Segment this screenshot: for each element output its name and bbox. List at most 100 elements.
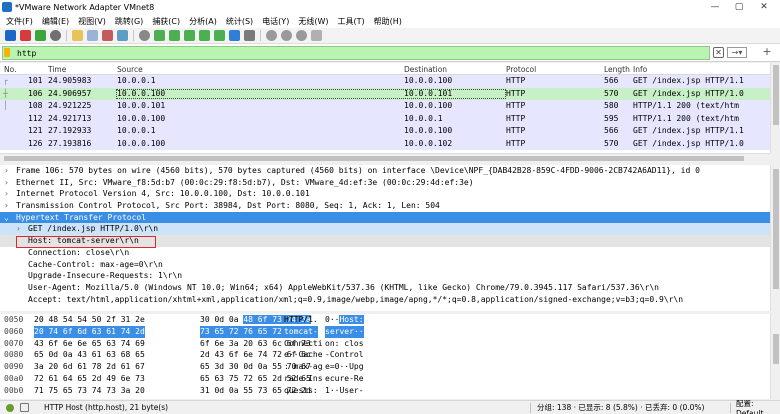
close-button[interactable]: ✕ bbox=[752, 0, 776, 14]
first-packet-icon[interactable] bbox=[199, 30, 210, 41]
colorize-icon[interactable] bbox=[244, 30, 255, 41]
cell-no: 112 bbox=[28, 113, 43, 123]
bytes-row[interactable]: 0080 65 0d 0a 43 61 63 68 65 2d 43 6f 6e 7… bbox=[0, 349, 770, 361]
column-info[interactable]: Info bbox=[633, 65, 647, 74]
expand-arrow-icon[interactable]: › bbox=[4, 200, 9, 212]
save-file-icon[interactable] bbox=[87, 30, 98, 41]
packet-row[interactable]: │ 108 24.921225 10.0.0.101 10.0.0.100 HTTP 580… bbox=[0, 100, 770, 113]
cell-dst: 10.0.0.1 bbox=[404, 113, 443, 123]
detail-ethernet[interactable]: › Ethernet II, Src: VMware_f8:5d:b7 (00:0… bbox=[0, 177, 770, 189]
menu-analyze[interactable]: 分析(A) bbox=[186, 16, 223, 27]
filter-text: http bbox=[17, 48, 37, 58]
status-profile[interactable]: 配置: Default bbox=[736, 398, 780, 414]
stop-capture-icon[interactable] bbox=[20, 30, 31, 41]
reload-file-icon[interactable] bbox=[117, 30, 128, 41]
detail-http-cache-control[interactable]: Cache-Control: max-age=0\r\n bbox=[0, 259, 770, 271]
window-title: *VMware Network Adapter VMnet8 bbox=[15, 2, 155, 12]
packet-row[interactable]: 126 27.193816 10.0.0.100 10.0.0.102 HTTP 570 G… bbox=[0, 137, 770, 150]
zoom-reset-icon[interactable] bbox=[296, 30, 307, 41]
expand-arrow-icon[interactable]: › bbox=[4, 188, 9, 200]
cell-src: 10.0.0.100 bbox=[117, 138, 166, 148]
detail-http-request-line[interactable]: › GET /index.jsp HTTP/1.0\r\n bbox=[0, 223, 770, 236]
detail-http-upgrade-insecure[interactable]: Upgrade-Insecure-Requests: 1\r\n bbox=[0, 270, 770, 282]
column-protocol[interactable]: Protocol bbox=[506, 65, 536, 74]
column-destination[interactable]: Destination bbox=[404, 65, 447, 74]
detail-ipv4[interactable]: › Internet Protocol Version 4, Src: 10.0.… bbox=[0, 188, 770, 200]
cell-time: 24.921713 bbox=[48, 113, 92, 123]
bytes-row[interactable]: 0060 20 74 6f 6d 63 61 74 2d 73 65 72 76 6… bbox=[0, 325, 770, 338]
minimize-button[interactable]: — bbox=[703, 0, 727, 14]
add-filter-button-icon[interactable]: + bbox=[760, 46, 774, 58]
restart-capture-icon[interactable] bbox=[35, 30, 46, 41]
expert-info-icon[interactable] bbox=[20, 403, 29, 412]
packet-row[interactable]: 112 24.921713 10.0.0.100 10.0.0.1 HTTP 595 HTT… bbox=[0, 112, 770, 125]
menu-file[interactable]: 文件(F) bbox=[3, 16, 39, 27]
close-file-icon[interactable] bbox=[102, 30, 113, 41]
bytes-ascii-right: 0··Host: bbox=[325, 315, 364, 324]
menu-wireless[interactable]: 无线(W) bbox=[295, 16, 334, 27]
menu-capture[interactable]: 捕获(C) bbox=[149, 16, 186, 27]
detail-http-accept[interactable]: Accept: text/html,application/xhtml+xml,… bbox=[0, 294, 770, 306]
menu-edit[interactable]: 编辑(E) bbox=[39, 16, 75, 27]
bookmark-icon[interactable] bbox=[4, 48, 10, 57]
column-time[interactable]: Time bbox=[48, 65, 66, 74]
bytes-ascii-left: rade-Ins bbox=[284, 373, 323, 383]
go-back-icon[interactable] bbox=[154, 30, 165, 41]
zoom-in-icon[interactable] bbox=[266, 30, 277, 41]
bytes-row[interactable]: 0050 20 48 54 54 50 2f 31 2e 30 0d 0a 48 6… bbox=[0, 314, 770, 326]
bytes-ascii-right: ecure-Re bbox=[325, 373, 364, 383]
packet-list-scrollbar[interactable] bbox=[770, 63, 780, 153]
resize-columns-icon[interactable] bbox=[311, 30, 322, 41]
packet-row[interactable]: ┌ 101 24.905983 10.0.0.1 10.0.0.100 HTTP 566 GE… bbox=[0, 75, 770, 88]
bytes-row[interactable]: 00a0 72 61 64 65 2d 49 6e 73 65 63 75 72 6… bbox=[0, 373, 770, 385]
cell-src: 10.0.0.1 bbox=[117, 76, 156, 85]
go-to-packet-icon[interactable] bbox=[184, 30, 195, 41]
cell-len: 570 bbox=[604, 138, 619, 148]
detail-http-user-agent[interactable]: User-Agent: Mozilla/5.0 (Windows NT 10.0… bbox=[0, 282, 770, 294]
bytes-row[interactable]: 00b0 71 75 65 73 74 73 3a 20 31 0d 0a 55 7… bbox=[0, 385, 770, 397]
autoscroll-icon[interactable] bbox=[229, 30, 240, 41]
menu-go[interactable]: 跳转(G) bbox=[112, 16, 149, 27]
maximize-button[interactable]: ▢ bbox=[727, 0, 751, 14]
column-source[interactable]: Source bbox=[117, 65, 143, 74]
display-filter-input[interactable]: http bbox=[2, 46, 710, 60]
menu-tools[interactable]: 工具(T) bbox=[334, 16, 370, 27]
detail-http[interactable]: ⌄ Hypertext Transfer Protocol bbox=[0, 211, 770, 224]
collapse-arrow-icon[interactable]: ⌄ bbox=[4, 212, 9, 224]
cell-dst: 10.0.0.100 bbox=[404, 76, 453, 85]
cell-time: 24.921225 bbox=[48, 101, 92, 110]
expand-arrow-icon[interactable]: › bbox=[16, 223, 21, 235]
column-no[interactable]: No. bbox=[4, 65, 16, 74]
start-capture-icon[interactable] bbox=[5, 30, 16, 41]
display-filter-bar: http ✕ →▾ + bbox=[0, 44, 780, 62]
detail-frame[interactable]: › Frame 106: 570 bytes on wire (4560 bits… bbox=[0, 165, 770, 177]
menu-view[interactable]: 视图(V) bbox=[75, 16, 112, 27]
menu-telephony[interactable]: 电话(Y) bbox=[259, 16, 295, 27]
bytes-scrollbar[interactable] bbox=[770, 314, 780, 399]
detail-tcp[interactable]: › Transmission Control Protocol, Src Port… bbox=[0, 200, 770, 212]
packet-row[interactable]: 121 27.192933 10.0.0.1 10.0.0.100 HTTP 566 GET… bbox=[0, 125, 770, 138]
toolbar-separator bbox=[66, 30, 67, 41]
capture-status-icon[interactable] bbox=[6, 403, 14, 412]
bytes-row[interactable]: 0070 43 6f 6e 6e 65 63 74 69 6f 6e 3a 20 6… bbox=[0, 338, 770, 350]
go-forward-icon[interactable] bbox=[169, 30, 180, 41]
apply-filter-button[interactable]: →▾ bbox=[727, 47, 747, 58]
detail-http-connection[interactable]: Connection: close\r\n bbox=[0, 247, 770, 259]
column-length[interactable]: Length bbox=[604, 65, 630, 74]
capture-options-icon[interactable] bbox=[50, 30, 61, 41]
menu-help[interactable]: 帮助(H) bbox=[371, 16, 408, 27]
bytes-row[interactable]: 0090 3a 20 6d 61 78 2d 61 67 65 3d 30 0d 0… bbox=[0, 361, 770, 373]
zoom-out-icon[interactable] bbox=[281, 30, 292, 41]
open-file-icon[interactable] bbox=[72, 30, 83, 41]
status-packet-stats: 分组: 138 · 已显示: 8 (5.8%) · 已丢弃: 0 (0.0%) bbox=[537, 403, 705, 412]
expand-arrow-icon[interactable]: › bbox=[4, 177, 9, 189]
details-scrollbar[interactable] bbox=[770, 165, 780, 311]
find-packet-icon[interactable] bbox=[139, 30, 150, 41]
menu-statistics[interactable]: 统计(S) bbox=[223, 16, 259, 27]
clear-filter-icon[interactable]: ✕ bbox=[713, 47, 724, 58]
last-packet-icon[interactable] bbox=[214, 30, 225, 41]
packet-row[interactable]: ┼ 106 24.906957 10.0.0.100 10.0.0.101 HTTP 570… bbox=[0, 87, 770, 100]
packet-list-hscrollbar[interactable] bbox=[0, 153, 770, 162]
bytes-offset: 00a0 bbox=[4, 373, 24, 383]
expand-arrow-icon[interactable]: › bbox=[4, 165, 9, 177]
